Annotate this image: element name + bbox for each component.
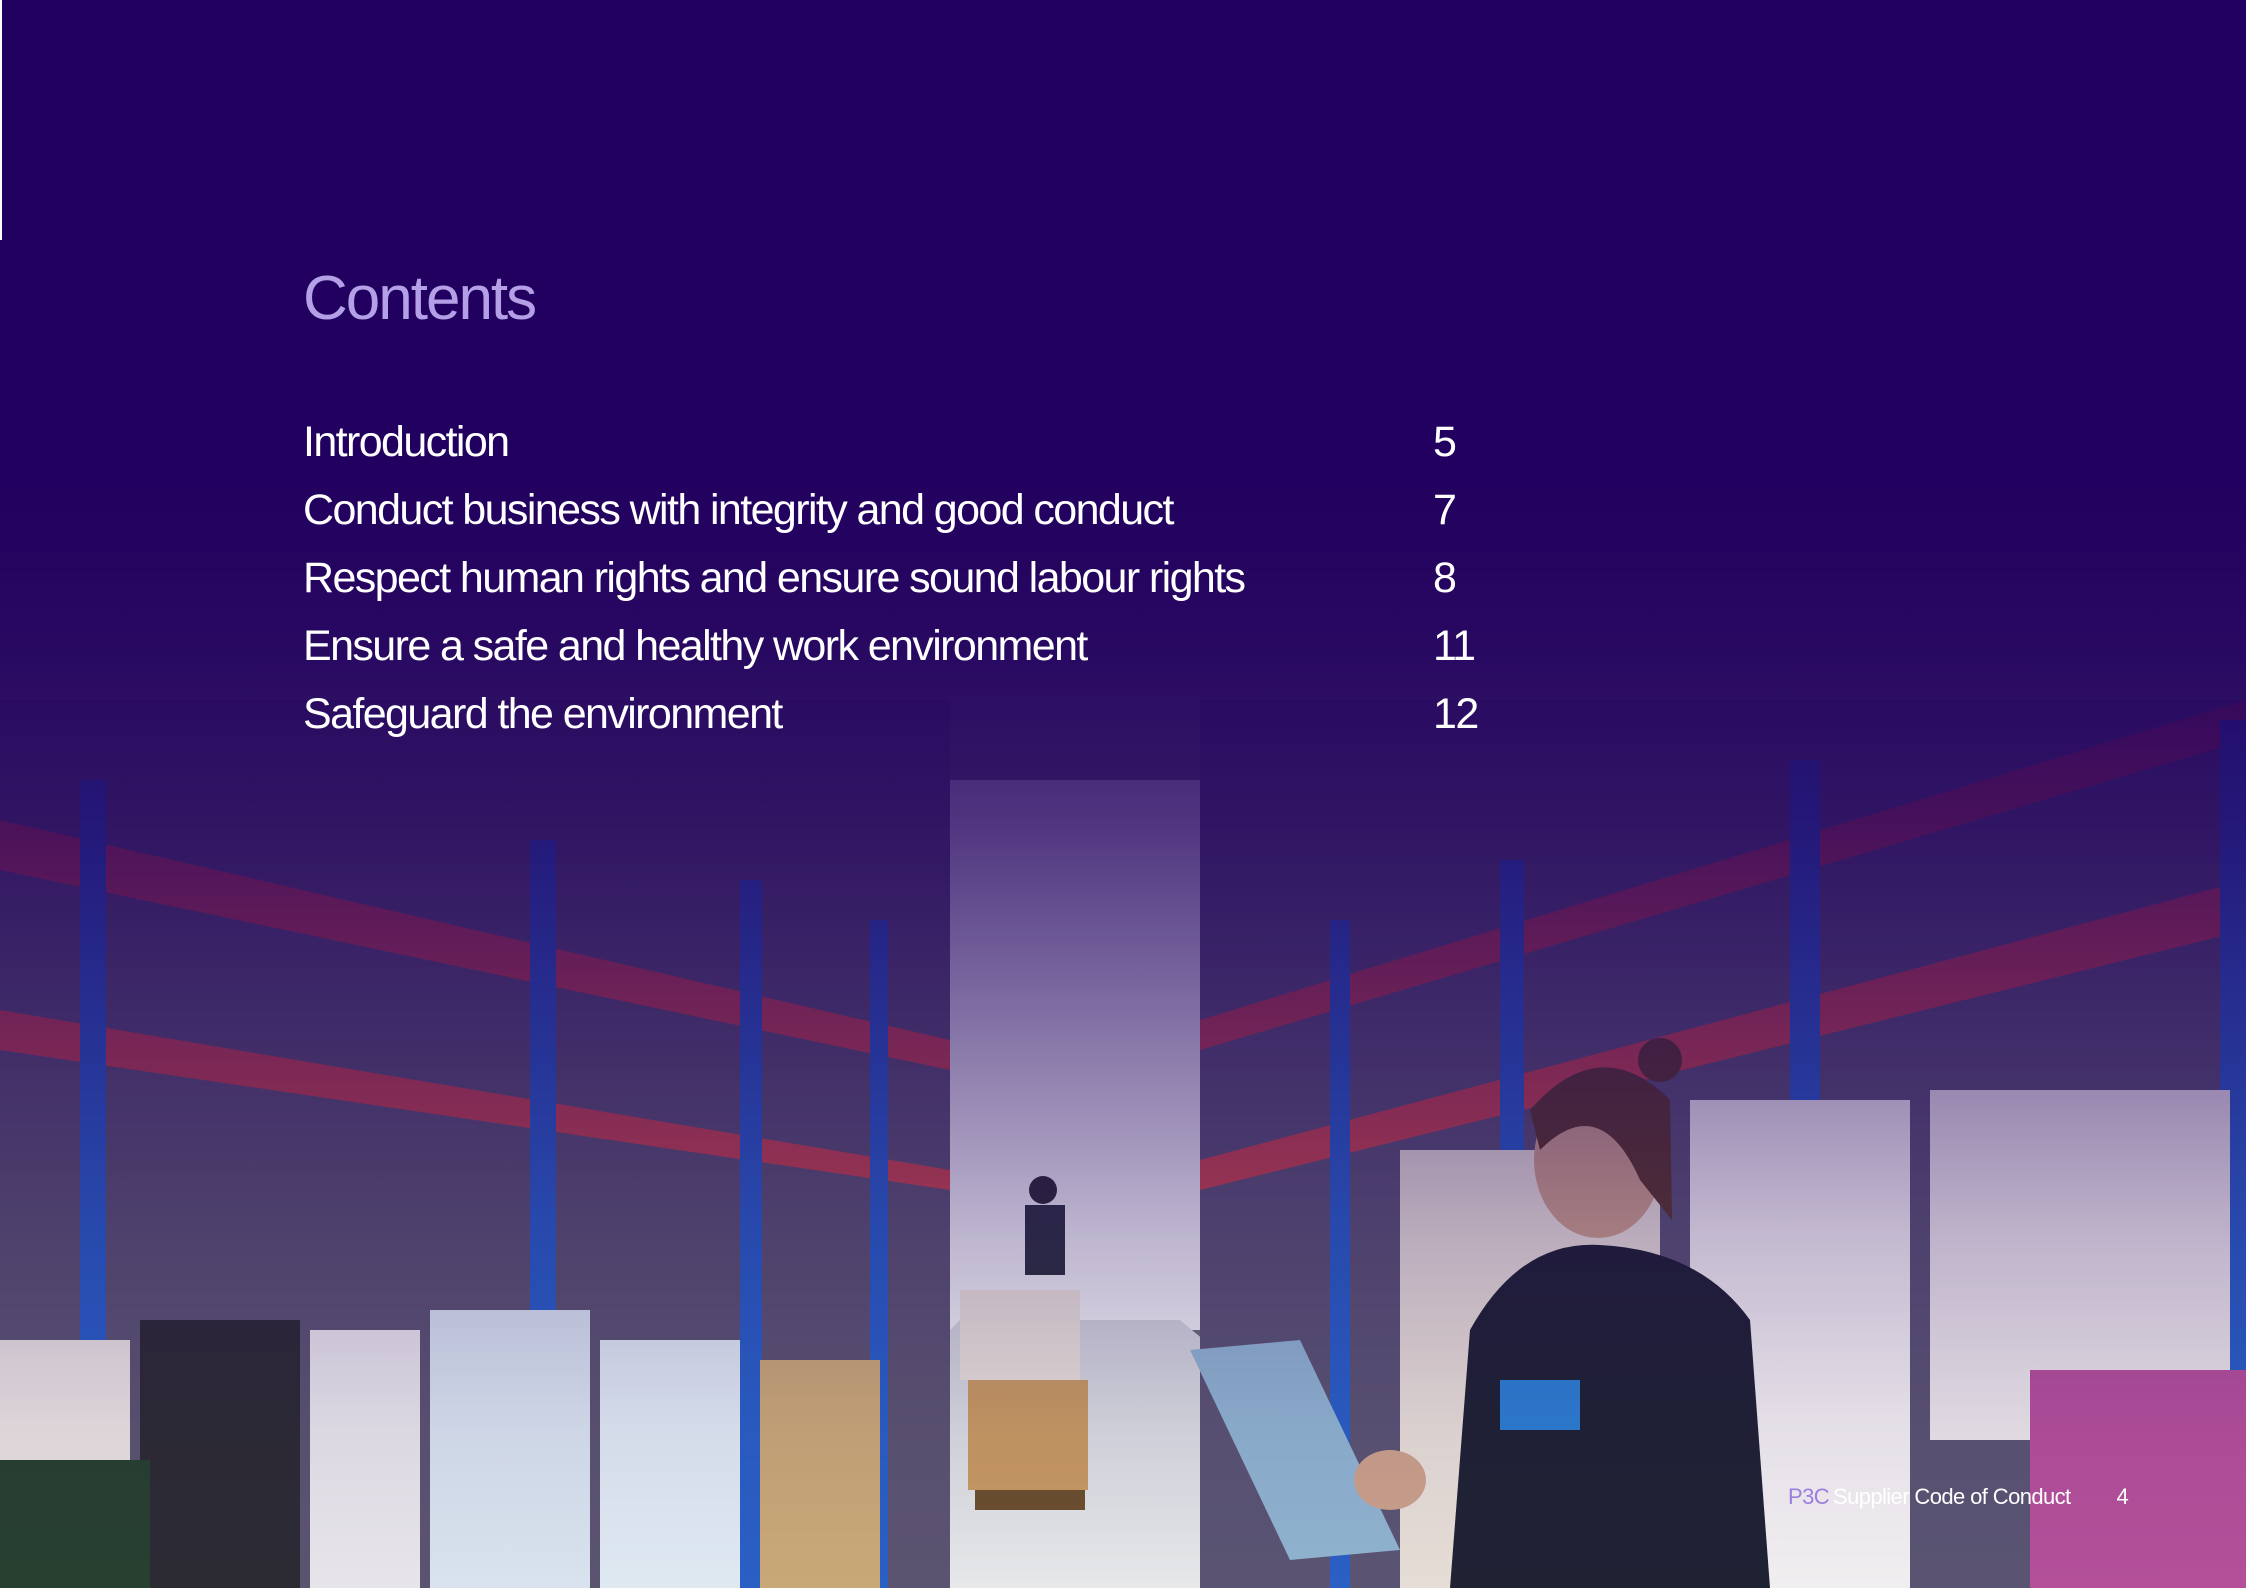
page-footer: P3C Supplier Code of Conduct 4 bbox=[1788, 1482, 2129, 1512]
edge-line bbox=[0, 0, 2, 240]
toc-item-page: 11 bbox=[1433, 622, 1476, 670]
footer-document-title: Supplier Code of Conduct bbox=[1833, 1484, 2071, 1509]
color-overlay bbox=[0, 0, 2246, 1588]
table-of-contents: Introduction 5 Conduct business with int… bbox=[303, 412, 1493, 752]
toc-item-work-environment[interactable]: Ensure a safe and healthy work environme… bbox=[303, 616, 1493, 684]
toc-item-human-rights[interactable]: Respect human rights and ensure sound la… bbox=[303, 548, 1493, 616]
toc-item-environment[interactable]: Safeguard the environment 12 bbox=[303, 684, 1493, 752]
toc-item-label: Conduct business with integrity and good… bbox=[303, 486, 1174, 534]
toc-item-introduction[interactable]: Introduction 5 bbox=[303, 412, 1493, 480]
toc-item-integrity[interactable]: Conduct business with integrity and good… bbox=[303, 480, 1493, 548]
toc-item-label: Respect human rights and ensure sound la… bbox=[303, 554, 1246, 602]
toc-item-page: 5 bbox=[1433, 418, 1457, 466]
toc-item-label: Ensure a safe and healthy work environme… bbox=[303, 622, 1088, 670]
footer-page-number: 4 bbox=[2116, 1484, 2129, 1509]
toc-item-page: 7 bbox=[1433, 486, 1457, 534]
toc-item-page: 12 bbox=[1433, 690, 1479, 738]
toc-item-label: Introduction bbox=[303, 418, 510, 466]
toc-item-page: 8 bbox=[1433, 554, 1457, 602]
document-page: Contents Introduction 5 Conduct business… bbox=[0, 0, 2246, 1588]
toc-item-label: Safeguard the environment bbox=[303, 690, 783, 738]
contents-title: Contents bbox=[303, 264, 537, 333]
footer-brand: P3C bbox=[1788, 1484, 1830, 1509]
